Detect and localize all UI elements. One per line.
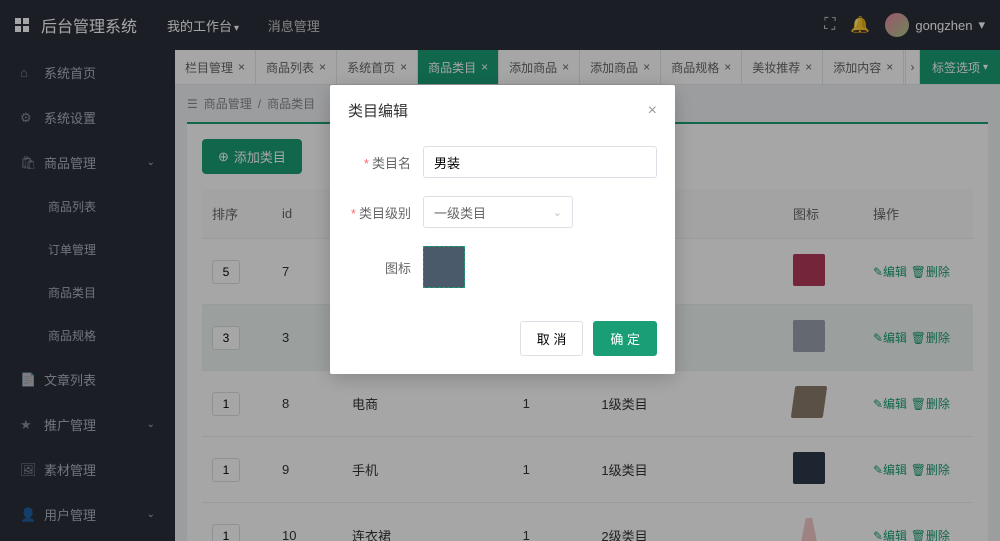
cancel-button[interactable]: 取 消 [520, 321, 584, 356]
modal-close-icon[interactable]: × [648, 102, 657, 120]
select-category-level[interactable]: 一级类目⌄ [423, 196, 573, 228]
confirm-button[interactable]: 确 定 [593, 321, 657, 356]
modal-title: 类目编辑 [348, 100, 408, 121]
input-category-name[interactable] [423, 146, 657, 178]
chevron-down-icon: ⌄ [553, 206, 562, 219]
category-edit-modal: 类目编辑 × *类目名 *类目级别 一级类目⌄ 图标 取 消 确 定 [330, 85, 675, 374]
label-level: *类目级别 [348, 203, 423, 222]
icon-preview[interactable] [423, 246, 465, 288]
label-name: *类目名 [348, 153, 423, 172]
label-icon: 图标 [348, 258, 423, 277]
